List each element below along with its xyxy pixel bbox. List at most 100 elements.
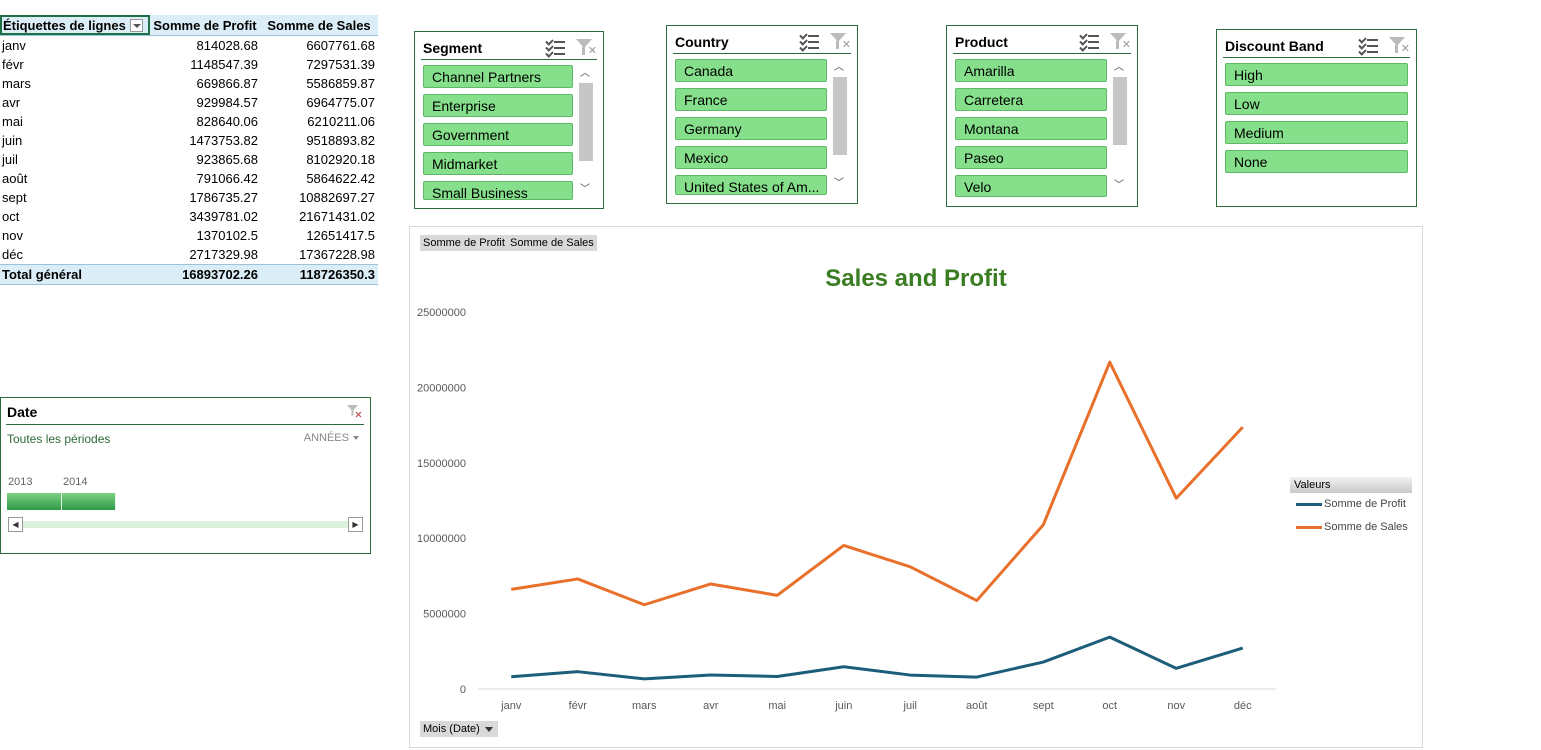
pivot-row: juil 923865.68 8102920.18 [0, 150, 378, 169]
sales-cell: 6210211.06 [307, 114, 375, 129]
clear-filter-icon[interactable]: ✕ [1388, 36, 1410, 55]
y-tick-label: 5000000 [423, 609, 466, 621]
slicer-item[interactable]: Canada [675, 59, 827, 82]
slicer-item[interactable]: Government [423, 123, 573, 146]
grand-total-label: Total général [2, 267, 82, 282]
slicer-item[interactable]: Enterprise [423, 94, 573, 117]
profit-cell: 923865.68 [196, 152, 258, 167]
pivot-row: avr 929984.57 6964775.07 [0, 93, 378, 112]
filter-dropdown-icon[interactable] [129, 18, 143, 32]
chart-plot: 0 5000000 10000000 15000000 20000000 25000000… [417, 307, 1276, 712]
clear-filter-icon[interactable]: ✕ [575, 38, 597, 57]
timeline-title: Date [7, 404, 38, 420]
row-label: déc [2, 247, 23, 262]
profit-cell: 669866.87 [196, 76, 258, 91]
row-label: août [2, 171, 28, 186]
slicer-item[interactable]: Amarilla [955, 59, 1107, 82]
grand-total-row: Total général 16893702.26 118726350.3 [0, 264, 378, 285]
row-label: mai [2, 114, 23, 129]
pivot-row: mai 828640.06 6210211.06 [0, 112, 378, 131]
y-tick-label: 15000000 [417, 458, 466, 470]
profit-cell: 814028.68 [196, 38, 258, 53]
slicer-item[interactable]: Velo [955, 175, 1107, 197]
scroll-down-icon[interactable]: ﹀ [1111, 179, 1127, 193]
sales-cell: 12651417.5 [306, 228, 375, 243]
slicer-item[interactable]: Paseo [955, 146, 1107, 169]
scroll-right-icon[interactable]: ▶ [348, 517, 363, 532]
series-line-profit[interactable] [511, 635, 1244, 681]
scroll-left-icon[interactable]: ◀ [8, 517, 23, 532]
y-tick-label: 0 [460, 684, 466, 696]
slicer-scrollbar[interactable]: ︿ ﹀ [577, 65, 593, 201]
y-tick-label: 10000000 [417, 533, 466, 545]
slicer-item[interactable]: France [675, 88, 827, 111]
multi-select-icon[interactable] [1358, 35, 1378, 56]
clear-filter-icon[interactable]: ✕ [829, 32, 851, 51]
scroll-down-icon[interactable]: ﹀ [831, 177, 847, 191]
slicer-item[interactable]: Mexico [675, 146, 827, 169]
sales-cell: 6964775.07 [306, 95, 375, 110]
x-tick-label: oct [1102, 700, 1117, 712]
multi-select-icon[interactable] [545, 37, 565, 58]
scroll-up-icon[interactable]: ︿ [831, 61, 847, 75]
x-tick-label: nov [1167, 700, 1185, 712]
legend-label: Somme de Sales [1324, 521, 1408, 533]
slicer-item[interactable]: Germany [675, 117, 827, 140]
slicer-item[interactable]: Low [1225, 92, 1408, 115]
time-level-dropdown[interactable]: ANNÉES [304, 432, 359, 444]
profit-cell: 3439781.02 [189, 209, 258, 224]
row-label: juin [2, 133, 23, 148]
slicer-item[interactable]: Midmarket [423, 152, 573, 175]
slicer-scrollbar[interactable]: ︿ ﹀ [1111, 59, 1127, 197]
clear-filter-icon[interactable]: ✕ [1109, 32, 1131, 51]
slicer-item[interactable]: Montana [955, 117, 1107, 140]
chevron-down-icon [484, 727, 493, 732]
pivot-table: Étiquettes de lignes Somme de Profit Som… [0, 15, 378, 285]
pivot-row: oct 3439781.02 21671431.02 [0, 207, 378, 226]
grand-total-sales: 118726350.3 [299, 267, 375, 282]
row-label: juil [2, 152, 18, 167]
x-tick-label: janv [500, 700, 522, 712]
legend-swatch [1296, 503, 1322, 506]
multi-select-icon[interactable] [799, 31, 819, 52]
series-line-sales[interactable] [511, 360, 1244, 607]
grand-total-profit: 16893702.26 [182, 267, 258, 282]
sales-cell: 7297531.39 [306, 57, 375, 72]
x-tick-label: déc [1234, 700, 1252, 712]
multi-select-icon[interactable] [1079, 31, 1099, 52]
clear-filter-icon[interactable] [346, 403, 362, 419]
slicer-item[interactable]: Medium [1225, 121, 1408, 144]
pivot-row: janv 814028.68 6607761.68 [0, 36, 378, 55]
x-tick-label: févr [569, 700, 588, 712]
slicer-item[interactable]: United States of Am... [675, 175, 827, 195]
timeline-period-label: Toutes les périodes [7, 432, 111, 446]
sales-profit-chart[interactable]: Somme de Profit Somme de Sales Sales and… [409, 226, 1423, 748]
timeline-period-bar[interactable] [62, 493, 116, 510]
axis-field-button[interactable]: Mois (Date) [420, 721, 498, 737]
slicer-item[interactable]: Channel Partners [423, 65, 573, 88]
x-tick-label: juin [834, 700, 852, 712]
discount-band-slicer-title: Discount Band [1225, 38, 1324, 54]
slicer-item[interactable]: Carretera [955, 88, 1107, 111]
pivot-row: déc 2717329.98 17367228.98 [0, 245, 378, 264]
row-label: avr [2, 95, 21, 110]
row-label: mars [2, 76, 31, 91]
slicer-item[interactable]: None [1225, 150, 1408, 173]
slicer-scrollbar[interactable]: ︿ ﹀ [831, 59, 847, 195]
sales-cell: 9518893.82 [306, 133, 375, 148]
profit-cell: 2717329.98 [189, 247, 258, 262]
slicer-item[interactable]: Small Business [423, 181, 573, 200]
scroll-down-icon[interactable]: ﹀ [577, 183, 593, 197]
timeline-scrollbar[interactable]: ◀ ▶ [8, 517, 363, 532]
sales-cell: 5586859.87 [306, 76, 375, 91]
scroll-up-icon[interactable]: ︿ [1111, 61, 1127, 75]
scroll-up-icon[interactable]: ︿ [577, 67, 593, 81]
slicer-item[interactable]: High [1225, 63, 1408, 86]
row-labels-header[interactable]: Étiquettes de lignes [0, 15, 150, 35]
timeline-period-bar[interactable] [7, 493, 62, 510]
profit-cell: 1473753.82 [189, 133, 258, 148]
legend-label: Somme de Profit [1324, 498, 1406, 510]
pivot-row: nov 1370102.5 12651417.5 [0, 226, 378, 245]
product-slicer-title: Product [955, 34, 1008, 50]
axis-field-label: Mois (Date) [423, 723, 480, 735]
